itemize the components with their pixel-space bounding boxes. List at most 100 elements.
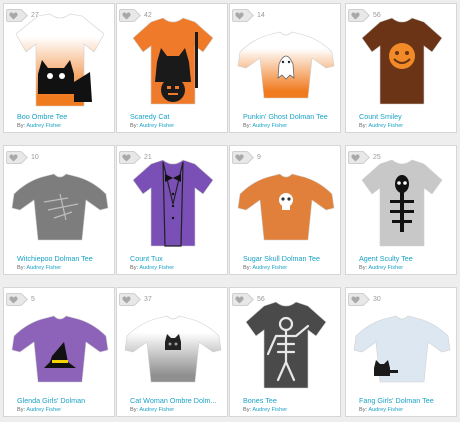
author-link[interactable]: Audrey Fisher (368, 123, 403, 129)
author-link[interactable]: Audrey Fisher (26, 123, 61, 129)
favorite-badge[interactable]: 56 (232, 292, 265, 307)
product-title-link[interactable]: Fang Girls' Dolman Tee (359, 396, 453, 405)
favorite-badge[interactable]: 9 (232, 150, 261, 165)
product-title-link[interactable]: Count Tux (130, 254, 224, 263)
favorite-count: 30 (373, 296, 381, 303)
product-image[interactable] (350, 154, 454, 250)
favorite-count: 56 (373, 12, 381, 19)
product-image[interactable] (234, 12, 338, 108)
favorite-badge[interactable]: 10 (6, 150, 39, 165)
product-byline: By: Audrey Fisher (17, 265, 111, 271)
byline-prefix: By: (359, 265, 368, 271)
heart-icon[interactable] (348, 293, 363, 306)
product-card[interactable]: 9 Sugar Skull Dolman Tee By: Audrey Fisher (229, 145, 341, 275)
favorite-badge[interactable]: 5 (6, 292, 35, 307)
author-link[interactable]: Audrey Fisher (26, 265, 61, 271)
product-card[interactable]: 56 Bones Tee By: Audrey Fisher (229, 287, 341, 417)
product-image[interactable] (8, 296, 112, 392)
author-link[interactable]: Audrey Fisher (139, 407, 174, 413)
favorite-count: 5 (31, 296, 35, 303)
product-title-link[interactable]: Sugar Skull Dolman Tee (243, 254, 337, 263)
product-image[interactable] (121, 12, 225, 108)
favorite-badge[interactable]: 27 (6, 8, 39, 23)
product-card[interactable]: 27 Boo Ombre Tee By: Audrey Fisher (3, 3, 115, 133)
product-byline: By: Audrey Fisher (359, 407, 453, 413)
favorite-count: 21 (144, 154, 152, 161)
byline-prefix: By: (359, 123, 368, 129)
heart-icon[interactable] (6, 151, 21, 164)
heart-icon[interactable] (232, 293, 247, 306)
product-card[interactable]: 25 Agent Sculty Tee By: Audrey Fisher (345, 145, 457, 275)
author-link[interactable]: Audrey Fisher (139, 123, 174, 129)
author-link[interactable]: Audrey Fisher (252, 265, 287, 271)
favorite-count: 56 (257, 296, 265, 303)
product-title-link[interactable]: Punkin' Ghost Dolman Tee (243, 112, 337, 121)
product-title-link[interactable]: Bones Tee (243, 396, 337, 405)
product-title-link[interactable]: Count Smiley (359, 112, 453, 121)
heart-icon[interactable] (6, 293, 21, 306)
product-card[interactable]: 56 Count Smiley By: Audrey Fisher (345, 3, 457, 133)
byline-prefix: By: (17, 123, 26, 129)
product-image[interactable] (350, 12, 454, 108)
product-image[interactable] (234, 154, 338, 250)
product-grid: 27 Boo Ombre Tee By: Audrey Fisher 42 Scared… (0, 0, 460, 422)
product-byline: By: Audrey Fisher (359, 265, 453, 271)
author-link[interactable]: Audrey Fisher (252, 407, 287, 413)
favorite-badge[interactable]: 30 (348, 292, 381, 307)
author-link[interactable]: Audrey Fisher (368, 407, 403, 413)
product-image[interactable] (234, 296, 338, 392)
product-card[interactable]: 30 Fang Girls' Dolman Tee By: Audrey Fishe… (345, 287, 457, 417)
product-byline: By: Audrey Fisher (359, 123, 453, 129)
byline-prefix: By: (130, 123, 139, 129)
product-card[interactable]: 37 Cat Woman Ombre Dolm... By: Audrey Fish… (116, 287, 228, 417)
favorite-badge[interactable]: 37 (119, 292, 152, 307)
author-link[interactable]: Audrey Fisher (252, 123, 287, 129)
product-byline: By: Audrey Fisher (243, 265, 337, 271)
byline-prefix: By: (130, 265, 139, 271)
favorite-count: 10 (31, 154, 39, 161)
heart-icon[interactable] (348, 9, 363, 22)
favorite-count: 9 (257, 154, 261, 161)
product-byline: By: Audrey Fisher (17, 123, 111, 129)
heart-icon[interactable] (119, 151, 134, 164)
favorite-badge[interactable]: 21 (119, 150, 152, 165)
byline-prefix: By: (243, 123, 252, 129)
product-image[interactable] (121, 154, 225, 250)
product-title-link[interactable]: Witchiepoo Dolman Tee (17, 254, 111, 263)
heart-icon[interactable] (119, 293, 134, 306)
product-card[interactable]: 21 Count Tux By: Audrey Fisher (116, 145, 228, 275)
heart-icon[interactable] (232, 9, 247, 22)
heart-icon[interactable] (119, 9, 134, 22)
favorite-count: 14 (257, 12, 265, 19)
favorite-count: 25 (373, 154, 381, 161)
product-title-link[interactable]: Boo Ombre Tee (17, 112, 111, 121)
product-image[interactable] (8, 154, 112, 250)
byline-prefix: By: (243, 265, 252, 271)
product-card[interactable]: 14 Punkin' Ghost Dolman Tee By: Audrey Fis… (229, 3, 341, 133)
heart-icon[interactable] (232, 151, 247, 164)
author-link[interactable]: Audrey Fisher (26, 407, 61, 413)
favorite-count: 42 (144, 12, 152, 19)
favorite-badge[interactable]: 56 (348, 8, 381, 23)
product-image[interactable] (121, 296, 225, 392)
product-byline: By: Audrey Fisher (17, 407, 111, 413)
product-byline: By: Audrey Fisher (243, 123, 337, 129)
favorite-badge[interactable]: 25 (348, 150, 381, 165)
byline-prefix: By: (17, 407, 26, 413)
favorite-badge[interactable]: 14 (232, 8, 265, 23)
heart-icon[interactable] (348, 151, 363, 164)
product-image[interactable] (350, 296, 454, 392)
product-title-link[interactable]: Scaredy Cat (130, 112, 224, 121)
favorite-badge[interactable]: 42 (119, 8, 152, 23)
product-title-link[interactable]: Glenda Girls' Dolman (17, 396, 111, 405)
author-link[interactable]: Audrey Fisher (139, 265, 174, 271)
product-title-link[interactable]: Agent Sculty Tee (359, 254, 453, 263)
product-byline: By: Audrey Fisher (130, 123, 224, 129)
product-image[interactable] (8, 12, 112, 108)
product-card[interactable]: 42 Scaredy Cat By: Audrey Fisher (116, 3, 228, 133)
product-title-link[interactable]: Cat Woman Ombre Dolm... (130, 396, 224, 405)
heart-icon[interactable] (6, 9, 21, 22)
product-card[interactable]: 5 Glenda Girls' Dolman By: Audrey Fisher (3, 287, 115, 417)
author-link[interactable]: Audrey Fisher (368, 265, 403, 271)
product-card[interactable]: 10 Witchiepoo Dolman Tee By: Audrey Fisher (3, 145, 115, 275)
